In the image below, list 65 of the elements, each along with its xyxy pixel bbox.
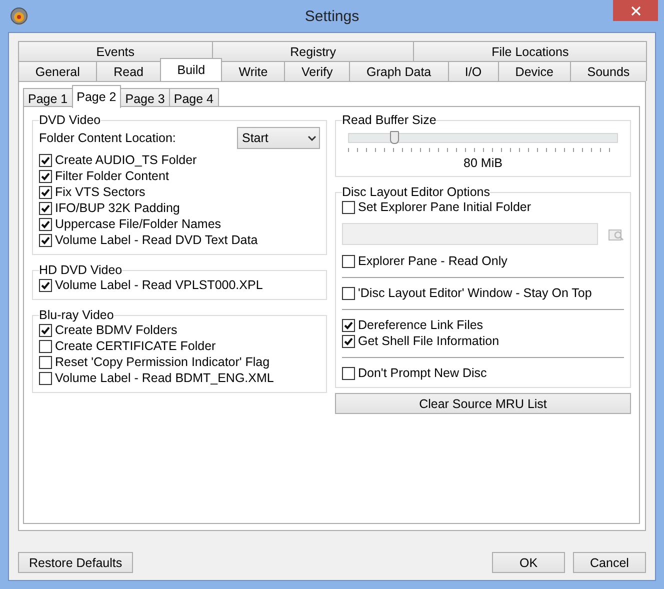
settings-tab[interactable]: File Locations <box>413 41 648 61</box>
clear-mru-button[interactable]: Clear Source MRU List <box>335 393 631 414</box>
checkbox[interactable] <box>39 170 52 182</box>
checkbox[interactable] <box>39 356 52 368</box>
checkbox-label: Dereference Link Files <box>358 318 484 332</box>
checkbox[interactable] <box>39 218 52 230</box>
checkbox-label: Fix VTS Sectors <box>55 185 146 199</box>
settings-tab[interactable]: Events <box>18 41 213 61</box>
settings-tab[interactable]: General <box>18 61 98 81</box>
checkbox-label: IFO/BUP 32K Padding <box>55 201 180 215</box>
buffer-size-value: 80 MiB <box>462 156 504 170</box>
checkbox-label: 'Disc Layout Editor' Window - Stay On Top <box>358 286 592 300</box>
location-dropdown[interactable]: Start <box>237 127 320 149</box>
checkbox[interactable] <box>342 334 355 348</box>
checkbox-label: Create CERTIFICATE Folder <box>55 339 216 353</box>
checkbox[interactable] <box>39 186 52 198</box>
checkbox[interactable] <box>39 340 52 352</box>
checkbox-label: Explorer Pane - Read Only <box>358 254 508 268</box>
checkbox-label: Filter Folder Content <box>55 169 169 183</box>
checkbox[interactable] <box>39 324 52 336</box>
group-title: Read Buffer Size <box>342 113 436 127</box>
disc-icon <box>10 7 28 25</box>
group-title: Disc Layout Editor Options <box>342 185 490 199</box>
checkbox[interactable] <box>342 286 355 300</box>
settings-tab[interactable]: Sounds <box>570 61 648 81</box>
checkbox-label: Volume Label - Read DVD Text Data <box>55 233 258 247</box>
checkbox[interactable] <box>39 372 52 384</box>
slider-thumb[interactable] <box>390 131 399 144</box>
cancel-button[interactable]: Cancel <box>573 552 646 573</box>
settings-tab[interactable]: Graph Data <box>349 61 448 81</box>
settings-tab[interactable]: Device <box>498 61 571 81</box>
settings-tab[interactable]: Read <box>96 61 161 81</box>
settings-tab[interactable]: Build <box>160 58 222 81</box>
ok-button[interactable]: OK <box>492 552 565 573</box>
group-title: Blu-ray Video <box>39 308 114 322</box>
checkbox[interactable] <box>342 254 355 268</box>
settings-tab[interactable]: Write <box>221 61 286 81</box>
group-title: HD DVD Video <box>39 263 122 277</box>
checkbox-label: Set Explorer Pane Initial Folder <box>358 200 532 214</box>
settings-tab[interactable]: I/O <box>448 61 499 81</box>
page-tab[interactable]: Page 2 <box>72 85 122 108</box>
restore-defaults-button[interactable]: Restore Defaults <box>18 552 134 573</box>
chevron-down-icon <box>308 136 316 140</box>
checkbox[interactable] <box>39 234 52 246</box>
checkbox[interactable] <box>39 154 52 166</box>
checkbox[interactable] <box>39 278 52 292</box>
checkbox-label: Create AUDIO_TS Folder <box>55 153 197 167</box>
checkbox-label: Volume Label - Read VPLST000.XPL <box>55 278 263 292</box>
checkbox-label: Reset 'Copy Permission Indicator' Flag <box>55 355 270 369</box>
dropdown-label: Folder Content Location: <box>39 131 176 145</box>
window-title: Settings <box>304 8 360 24</box>
checkbox-label: Get Shell File Information <box>358 334 500 348</box>
checkbox[interactable] <box>342 366 355 380</box>
settings-tab[interactable]: Verify <box>284 61 350 81</box>
checkbox-label: Volume Label - Read BDMT_ENG.XML <box>55 371 274 385</box>
checkbox-label: Create BDMV Folders <box>55 323 178 337</box>
checkbox-label: Uppercase File/Folder Names <box>55 217 222 231</box>
group-title: DVD Video <box>39 113 101 127</box>
checkbox[interactable] <box>342 200 355 214</box>
checkbox[interactable] <box>342 318 355 332</box>
close-button[interactable] <box>613 0 658 21</box>
settings-tab[interactable]: Registry <box>212 41 414 61</box>
close-icon <box>630 6 640 16</box>
checkbox-label: Don't Prompt New Disc <box>358 366 487 380</box>
checkbox[interactable] <box>39 202 52 214</box>
